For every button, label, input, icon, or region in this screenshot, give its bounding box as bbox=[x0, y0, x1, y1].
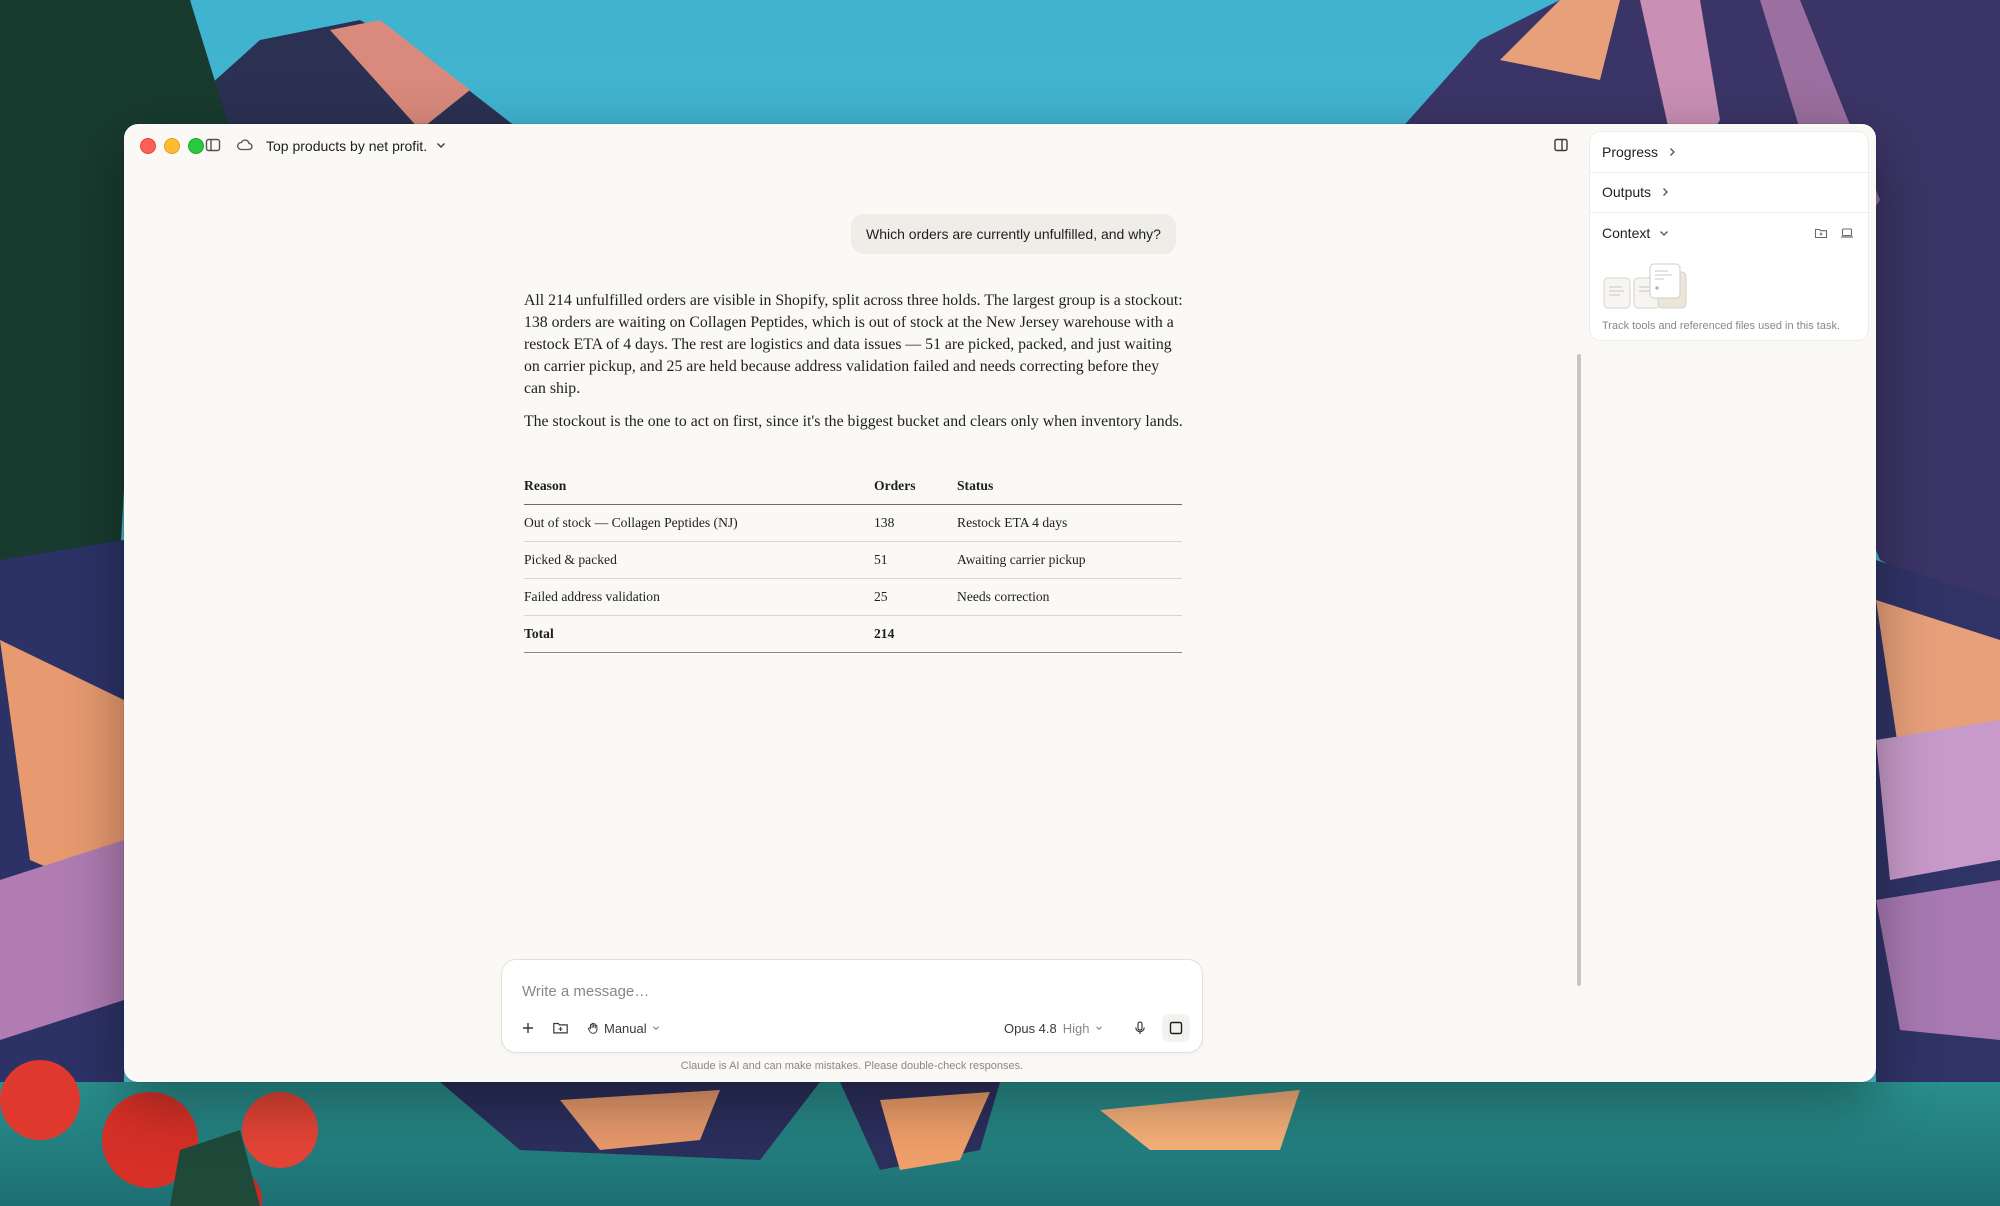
table-total-row: Total 214 bbox=[524, 615, 1182, 653]
chevron-right-icon bbox=[1663, 188, 1668, 196]
context-hint-text: Track tools and referenced files used in… bbox=[1602, 320, 1841, 332]
progress-section-toggle[interactable]: Progress bbox=[1590, 132, 1868, 173]
unfulfilled-orders-table: Reason Orders Status Out of stock — Coll… bbox=[524, 468, 1182, 653]
table-cell: 25 bbox=[874, 578, 957, 616]
table-cell: Failed address validation bbox=[524, 578, 874, 616]
stop-icon bbox=[1169, 1021, 1183, 1035]
microphone-icon bbox=[1135, 1021, 1145, 1034]
table-cell: Picked & packed bbox=[524, 541, 874, 579]
table-row: Failed address validation 25 Needs corre… bbox=[524, 578, 1182, 616]
response-paragraph: All 214 unfulfilled orders are visible i… bbox=[524, 292, 1183, 397]
cloud-icon bbox=[236, 136, 254, 154]
sidebar-toggle-icon[interactable] bbox=[204, 136, 222, 154]
message-input[interactable] bbox=[520, 978, 1124, 1004]
table-cell bbox=[957, 615, 1182, 653]
panel-toggle-icon[interactable] bbox=[1552, 136, 1570, 154]
user-message: Which orders are currently unfulfilled, … bbox=[851, 214, 1176, 254]
window-controls bbox=[140, 138, 204, 154]
chat-scrollbar[interactable] bbox=[1577, 354, 1581, 986]
table-cell: 51 bbox=[874, 541, 957, 579]
model-selector[interactable]: Opus 4.8 High bbox=[1004, 1016, 1104, 1040]
effort-label: High bbox=[1062, 1020, 1090, 1036]
project-folder-button[interactable] bbox=[552, 1016, 572, 1040]
chevron-down-icon bbox=[1095, 1026, 1102, 1031]
laptop-icon[interactable] bbox=[1840, 226, 1854, 240]
close-window-button[interactable] bbox=[140, 138, 156, 154]
context-actions bbox=[1814, 226, 1854, 240]
plus-icon bbox=[523, 1023, 533, 1033]
app-window: Top products by net profit. Which orders… bbox=[124, 124, 1876, 1082]
table-cell: 138 bbox=[874, 504, 957, 542]
table-row: Picked & packed 51 Awaiting carrier pick… bbox=[524, 541, 1182, 579]
outputs-label: Outputs bbox=[1602, 184, 1652, 200]
message-composer: Manual Opus 4.8 High bbox=[502, 960, 1202, 1052]
chevron-right-icon bbox=[1670, 148, 1675, 156]
mode-label: Manual bbox=[604, 1020, 647, 1036]
folder-icon[interactable] bbox=[1814, 226, 1828, 240]
folder-icon bbox=[553, 1022, 568, 1034]
mode-selector[interactable]: Manual bbox=[586, 1016, 661, 1040]
chevron-down-icon bbox=[1660, 231, 1669, 236]
task-side-panel: Progress Outputs Context Track tools and… bbox=[1590, 132, 1868, 340]
minimize-window-button[interactable] bbox=[164, 138, 180, 154]
table-row: Out of stock — Collagen Peptides (NJ) 13… bbox=[524, 504, 1182, 542]
progress-label: Progress bbox=[1602, 144, 1659, 160]
table-cell: Out of stock — Collagen Peptides (NJ) bbox=[524, 504, 874, 542]
zoom-window-button[interactable] bbox=[188, 138, 204, 154]
context-label: Context bbox=[1602, 225, 1651, 241]
hand-icon bbox=[588, 1022, 598, 1034]
context-files-illustration bbox=[1602, 262, 1698, 312]
table-cell: 214 bbox=[874, 615, 957, 653]
outputs-section-toggle[interactable]: Outputs bbox=[1590, 172, 1868, 213]
table-cell: Needs correction bbox=[957, 578, 1182, 616]
table-cell: Total bbox=[524, 615, 874, 653]
column-header-orders: Orders bbox=[874, 468, 957, 505]
chat-title[interactable]: Top products by net profit. bbox=[266, 136, 427, 156]
model-label: Opus 4.8 bbox=[1004, 1020, 1057, 1036]
ai-disclaimer: Claude is AI and can make mistakes. Plea… bbox=[680, 1060, 1024, 1072]
column-header-reason: Reason bbox=[524, 468, 874, 505]
voice-input-button[interactable] bbox=[1132, 1016, 1150, 1040]
table-cell: Restock ETA 4 days bbox=[957, 504, 1182, 542]
add-attachment-button[interactable] bbox=[520, 1016, 540, 1040]
chevron-down-icon[interactable] bbox=[434, 138, 448, 152]
assistant-response: All 214 unfulfilled orders are visible i… bbox=[524, 290, 1184, 444]
table-header-row: Reason Orders Status bbox=[524, 468, 1182, 505]
chevron-down-icon bbox=[652, 1026, 659, 1031]
response-paragraph: The stockout is the one to act on first,… bbox=[524, 413, 1183, 430]
stop-button[interactable] bbox=[1162, 1014, 1190, 1042]
column-header-status: Status bbox=[957, 468, 1182, 505]
table-cell: Awaiting carrier pickup bbox=[957, 541, 1182, 579]
